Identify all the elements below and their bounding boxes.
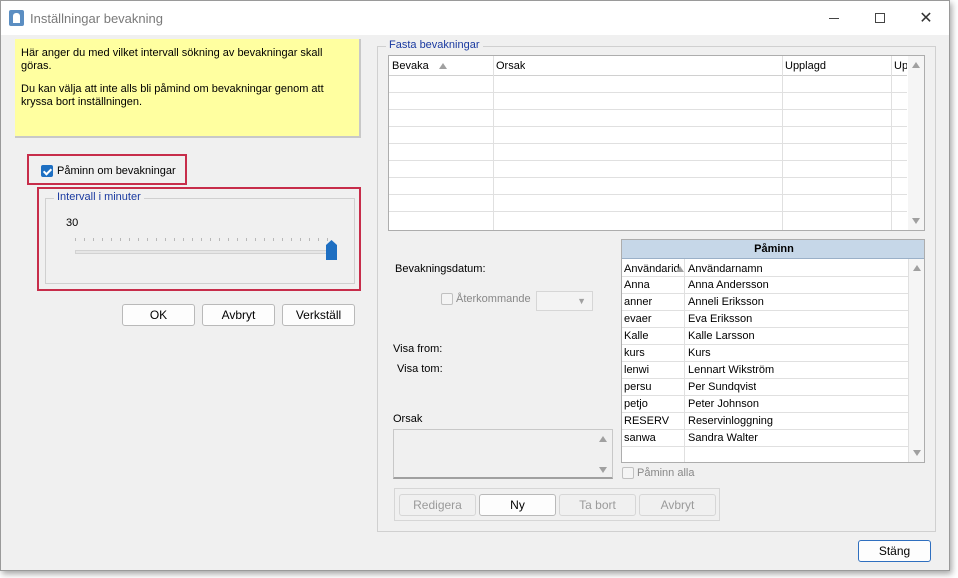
maximize-icon [875, 13, 885, 23]
interval-group: Intervall i minuter 30 [45, 191, 355, 284]
sort-asc-icon [439, 63, 447, 69]
recurring-label: Återkommande [456, 293, 531, 305]
info-line-2: Du kan välja att inte alls bli påmind om… [21, 83, 324, 108]
sort-asc-icon [676, 266, 684, 272]
delete-button[interactable]: Ta bort [559, 494, 636, 516]
list-item[interactable]: persu Per Sundqvist [622, 379, 908, 396]
remind-header: Påminn [622, 240, 924, 259]
remind-table[interactable]: Påminn Användarid Användarnamn Anna Anna … [621, 239, 925, 463]
reason-scroll-down-icon[interactable] [599, 467, 607, 473]
col-user-id[interactable]: Användarid [624, 263, 679, 275]
col-up[interactable]: Up [894, 60, 907, 72]
user-id-cell: sanwa [624, 432, 656, 444]
interval-value: 30 [66, 217, 79, 229]
user-name-cell: Kalle Larsson [688, 330, 755, 342]
minimize-icon [829, 17, 839, 19]
date-label: Bevakningsdatum: [395, 263, 486, 275]
user-name-cell: Anna Andersson [688, 279, 769, 291]
close-button[interactable]: Stäng [858, 540, 931, 562]
action-cancel-button[interactable]: Avbryt [639, 494, 716, 516]
user-id-cell: Kalle [624, 330, 649, 342]
app-icon [9, 10, 24, 26]
ok-button[interactable]: OK [122, 304, 195, 326]
col-bevaka[interactable]: Bevaka [392, 60, 429, 72]
col-upplagd[interactable]: Upplagd [785, 60, 826, 72]
settings-dialog: Inställningar bevakning ✕ Här anger du m… [0, 0, 950, 571]
slider-track[interactable] [75, 250, 333, 254]
remind-scrollbar[interactable] [909, 259, 924, 462]
remind-all-label: Påminn alla [637, 467, 695, 479]
recurring-select[interactable]: ▼ [536, 291, 593, 311]
user-id-cell: lenwi [624, 364, 650, 376]
user-name-cell: Sandra Walter [688, 432, 758, 444]
fixed-table-scrollbar[interactable] [908, 56, 924, 230]
list-item[interactable]: sanwa Sandra Walter [622, 430, 908, 447]
col-orsak[interactable]: Orsak [496, 60, 525, 72]
apply-button[interactable]: Verkställ [282, 304, 355, 326]
fixed-monitoring-legend: Fasta bevakningar [386, 39, 483, 51]
list-item[interactable]: lenwi Lennart Wikström [622, 362, 908, 379]
reminder-label: Påminn om bevakningar [57, 165, 176, 177]
info-note: Här anger du med vilket intervall söknin… [15, 39, 361, 138]
show-from-label: Visa from: [393, 343, 443, 355]
col-user-name[interactable]: Användarnamn [688, 263, 763, 275]
user-name-cell: Lennart Wikström [688, 364, 775, 376]
user-name-cell: Kurs [688, 347, 711, 359]
list-item[interactable]: anner Anneli Eriksson [622, 294, 908, 311]
slider-ticks [75, 238, 333, 242]
user-name-cell: Anneli Eriksson [688, 296, 764, 308]
user-id-cell: Anna [624, 279, 650, 291]
list-item[interactable]: Anna Anna Andersson [622, 277, 908, 294]
user-name-cell: Eva Eriksson [688, 313, 753, 325]
reminder-checkbox[interactable] [41, 165, 53, 177]
close-icon: ✕ [919, 10, 933, 27]
title-bar: Inställningar bevakning ✕ [1, 1, 949, 35]
new-button[interactable]: Ny [479, 494, 556, 516]
user-id-cell: petjo [624, 398, 648, 410]
scroll-down-icon[interactable] [912, 218, 920, 224]
user-id-cell: kurs [624, 347, 645, 359]
user-id-cell: anner [624, 296, 653, 308]
reason-scroll-up-icon[interactable] [599, 436, 607, 442]
user-name-cell: Reservinloggning [688, 415, 773, 427]
user-name-cell: Per Sundqvist [688, 381, 757, 393]
user-id-cell: persu [624, 381, 652, 393]
remind-all-row[interactable]: Påminn alla [622, 467, 694, 479]
minimize-button[interactable] [811, 3, 857, 33]
slider-thumb[interactable] [326, 240, 337, 260]
recurring-checkbox[interactable] [441, 293, 453, 305]
info-line-1: Här anger du med vilket intervall söknin… [21, 47, 323, 72]
close-window-button[interactable]: ✕ [903, 3, 949, 33]
show-to-label: Visa tom: [397, 363, 443, 375]
user-id-cell: RESERV [624, 415, 670, 427]
fixed-table-header: Bevaka Orsak Upplagd Up [389, 56, 907, 76]
remind-all-checkbox[interactable] [622, 467, 634, 479]
list-item[interactable]: evaer Eva Eriksson [622, 311, 908, 328]
fixed-monitoring-table[interactable]: Bevaka Orsak Upplagd Up [388, 55, 925, 231]
list-item[interactable]: petjo Peter Johnson [622, 396, 908, 413]
reminder-checkbox-row[interactable]: Påminn om bevakningar [41, 165, 176, 177]
cancel-button[interactable]: Avbryt [202, 304, 275, 326]
reason-label: Orsak [393, 413, 423, 425]
list-item[interactable]: Kalle Kalle Larsson [622, 328, 908, 345]
list-item[interactable]: RESERV Reservinloggning [622, 413, 908, 430]
user-id-cell: evaer [624, 313, 652, 325]
recurring-checkbox-row[interactable]: Återkommande [441, 293, 531, 305]
user-name-cell: Peter Johnson [688, 398, 759, 410]
interval-legend: Intervall i minuter [54, 191, 144, 203]
scroll-down-icon[interactable] [913, 450, 921, 456]
reason-textarea[interactable] [393, 429, 613, 479]
window-title: Inställningar bevakning [30, 11, 163, 26]
chevron-down-icon: ▼ [577, 296, 586, 306]
list-item[interactable]: kurs Kurs [622, 345, 908, 362]
scroll-up-icon[interactable] [912, 62, 920, 68]
scroll-up-icon[interactable] [913, 265, 921, 271]
edit-button[interactable]: Redigera [399, 494, 476, 516]
maximize-button[interactable] [857, 3, 903, 33]
